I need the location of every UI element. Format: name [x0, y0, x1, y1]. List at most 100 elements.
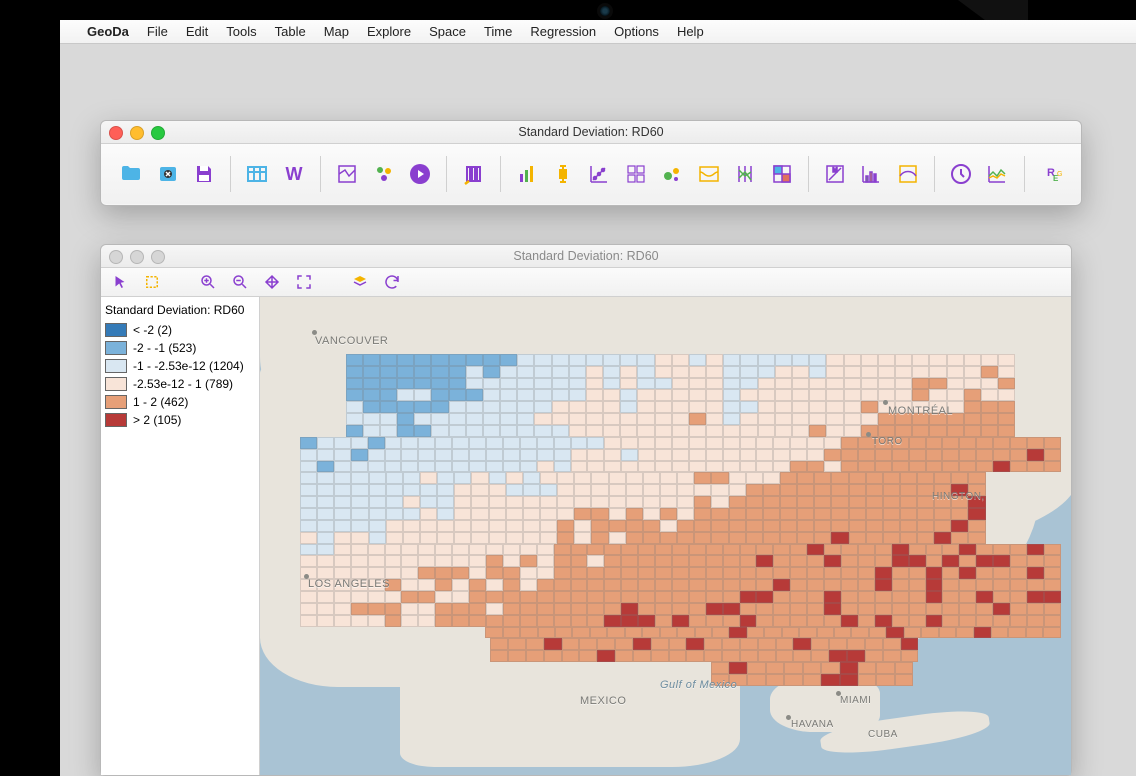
- pointer-icon[interactable]: [109, 271, 131, 293]
- legend-swatch: [105, 377, 127, 391]
- menu-file[interactable]: File: [138, 24, 177, 39]
- choropleth-layer: [300, 342, 1061, 725]
- regression-icon[interactable]: REG: [1033, 156, 1069, 192]
- close-project-icon[interactable]: [149, 156, 185, 192]
- legend-label: < -2 (2): [133, 323, 172, 337]
- save-icon[interactable]: [186, 156, 222, 192]
- zoom-traffic-light[interactable]: [151, 126, 165, 140]
- map-label: VANCOUVER: [315, 335, 388, 347]
- map-label: HAVANA: [791, 719, 834, 730]
- map-label: MONTRÉAL: [888, 405, 953, 417]
- map-label: MIAMI: [840, 695, 871, 706]
- legend-swatch: [105, 413, 127, 427]
- menu-regression[interactable]: Regression: [521, 24, 605, 39]
- main-toolbar: W M REG: [101, 144, 1081, 204]
- menu-explore[interactable]: Explore: [358, 24, 420, 39]
- map-canvas[interactable]: VANCOUVER MONTRÉAL TORO HINGTON, LOS ANGELES…: [260, 296, 1071, 775]
- bubble-chart-icon[interactable]: [654, 156, 690, 192]
- map-label: MEXICO: [580, 695, 626, 707]
- city-dot: [836, 691, 841, 696]
- legend-label: 1 - 2 (462): [133, 395, 188, 409]
- menu-time[interactable]: Time: [475, 24, 521, 39]
- legend-swatch: [105, 323, 127, 337]
- averages-chart-icon[interactable]: [979, 156, 1015, 192]
- moran-scatter-icon[interactable]: M: [817, 156, 853, 192]
- legend-item[interactable]: -1 - -2.53e-12 (1204): [105, 357, 255, 375]
- menubar: GeoDa File Edit Tools Table Map Explore …: [60, 20, 1136, 44]
- map-label: HINGTON,: [932, 491, 985, 502]
- desktop: GeoDa File Edit Tools Table Map Explore …: [60, 20, 1136, 776]
- box-plot-icon[interactable]: [545, 156, 581, 192]
- local-g-icon[interactable]: [889, 156, 925, 192]
- legend-item[interactable]: 1 - 2 (462): [105, 393, 255, 411]
- zoom-in-icon[interactable]: [197, 271, 219, 293]
- laptop-camera: [600, 6, 610, 16]
- percentile-map-icon[interactable]: [763, 156, 799, 192]
- pan-icon[interactable]: [261, 271, 283, 293]
- select-columns-icon[interactable]: [455, 156, 491, 192]
- table-icon[interactable]: [239, 156, 275, 192]
- toolbar-window: Standard Deviation: RD60 W M REG: [100, 120, 1082, 206]
- city-dot: [312, 330, 317, 335]
- map-label: Gulf of Mexico: [660, 679, 737, 691]
- map-window: Standard Deviation: RD60 Standard Deviat…: [100, 244, 1072, 776]
- map-label: LOS ANGELES: [308, 578, 390, 590]
- legend-label: -1 - -2.53e-12 (1204): [133, 359, 244, 373]
- map-toolbar: [101, 268, 1071, 297]
- toolbar-titlebar[interactable]: Standard Deviation: RD60: [101, 121, 1081, 144]
- open-folder-icon[interactable]: [113, 156, 149, 192]
- parallel-coord-icon[interactable]: [727, 156, 763, 192]
- map-titlebar[interactable]: Standard Deviation: RD60: [101, 245, 1071, 268]
- menu-edit[interactable]: Edit: [177, 24, 217, 39]
- city-dot: [883, 400, 888, 405]
- svg-text:G: G: [1057, 171, 1062, 178]
- play-icon[interactable]: [402, 156, 438, 192]
- select-rect-icon[interactable]: [141, 271, 163, 293]
- menu-options[interactable]: Options: [605, 24, 668, 39]
- legend-title: Standard Deviation: RD60: [105, 303, 255, 317]
- menu-space[interactable]: Space: [420, 24, 475, 39]
- weights-w-icon[interactable]: W: [276, 156, 312, 192]
- menu-map[interactable]: Map: [315, 24, 358, 39]
- legend-item[interactable]: > 2 (105): [105, 411, 255, 429]
- map-classifier-icon[interactable]: [329, 156, 365, 192]
- svg-text:W: W: [285, 164, 302, 184]
- minimize-traffic-light[interactable]: [130, 250, 144, 264]
- scatter-matrix-icon[interactable]: [618, 156, 654, 192]
- legend-swatch: [105, 395, 127, 409]
- menu-tools[interactable]: Tools: [217, 24, 265, 39]
- legend-label: > 2 (105): [133, 413, 181, 427]
- city-dot: [866, 432, 871, 437]
- toolbar-window-title: Standard Deviation: RD60: [101, 125, 1081, 139]
- zoom-traffic-light[interactable]: [151, 250, 165, 264]
- legend-item[interactable]: < -2 (2): [105, 321, 255, 339]
- legend-swatch: [105, 359, 127, 373]
- close-traffic-light[interactable]: [109, 126, 123, 140]
- map-window-title: Standard Deviation: RD60: [101, 249, 1071, 263]
- city-dot: [304, 574, 309, 579]
- cluster-dots-icon[interactable]: [365, 156, 401, 192]
- legend-item[interactable]: -2.53e-12 - 1 (789): [105, 375, 255, 393]
- bar-chart-icon[interactable]: [508, 156, 544, 192]
- map-label: TORO: [872, 436, 903, 447]
- add-layer-icon[interactable]: [349, 271, 371, 293]
- refresh-icon[interactable]: [381, 271, 403, 293]
- scatter-plot-icon[interactable]: [581, 156, 617, 192]
- menu-help[interactable]: Help: [668, 24, 713, 39]
- zoom-out-icon[interactable]: [229, 271, 251, 293]
- full-extent-icon[interactable]: [293, 271, 315, 293]
- time-icon[interactable]: [943, 156, 979, 192]
- cartogram-icon[interactable]: [691, 156, 727, 192]
- minimize-traffic-light[interactable]: [130, 126, 144, 140]
- legend-swatch: [105, 341, 127, 355]
- app-menu[interactable]: GeoDa: [78, 24, 138, 39]
- map-label: CUBA: [868, 729, 898, 740]
- legend-item[interactable]: -2 - -1 (523): [105, 339, 255, 357]
- legend-label: -2.53e-12 - 1 (789): [133, 377, 233, 391]
- close-traffic-light[interactable]: [109, 250, 123, 264]
- menu-table[interactable]: Table: [266, 24, 315, 39]
- legend-panel: Standard Deviation: RD60 < -2 (2) -2 - -1…: [101, 296, 260, 775]
- legend-label: -2 - -1 (523): [133, 341, 196, 355]
- city-dot: [786, 715, 791, 720]
- differential-moran-icon[interactable]: [853, 156, 889, 192]
